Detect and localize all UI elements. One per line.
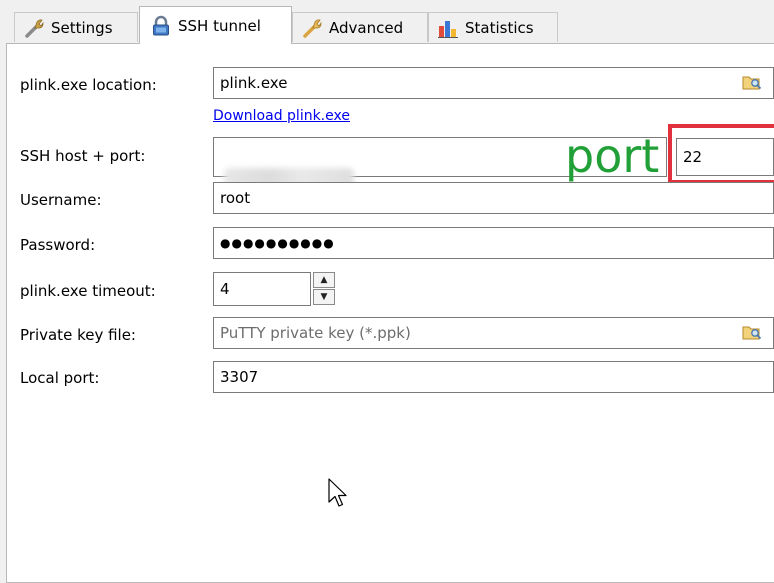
timeout-label: plink.exe timeout: [20,282,156,300]
tab-settings[interactable]: Settings [14,12,138,42]
timeout-spinner: ▲ ▼ [313,272,335,306]
password-input[interactable]: ●●●●●●●●●● [213,227,774,259]
timeout-input[interactable]: 4 [213,272,311,306]
port-highlight-box [668,124,774,184]
local-port-input[interactable]: 3307 [213,361,774,393]
local-port-label: Local port: [20,369,100,387]
folder-browse-icon[interactable] [742,323,762,341]
private-key-label: Private key file: [20,326,136,344]
lock-icon [150,15,172,37]
password-value: ●●●●●●●●●● [220,236,335,250]
username-input[interactable]: root [213,182,774,214]
bar-chart-icon [437,17,459,39]
plink-location-label: plink.exe location: [20,76,157,94]
plink-location-value: plink.exe [220,74,288,92]
triangle-up-icon: ▲ [320,274,328,285]
tab-settings-label: Settings [51,18,113,37]
local-port-value: 3307 [220,368,259,386]
spin-up-button[interactable]: ▲ [313,272,335,288]
spin-down-button[interactable]: ▼ [313,289,335,305]
tab-bar: Settings SSH tunnel Advanced Statistics [0,0,774,44]
download-plink-link[interactable]: Download plink.exe [213,108,350,124]
plink-location-input[interactable]: plink.exe [213,67,774,99]
folder-browse-icon[interactable] [742,73,762,91]
wrench-icon [301,17,323,39]
wrench-icon [23,17,45,39]
tab-advanced[interactable]: Advanced [292,12,428,42]
mouse-cursor-icon [328,478,348,514]
timeout-value: 4 [220,280,230,298]
private-key-placeholder: PuTTY private key (*.ppk) [220,324,411,342]
private-key-input[interactable]: PuTTY private key (*.ppk) [213,317,774,349]
port-annotation: port [565,129,660,183]
tab-statistics[interactable]: Statistics [428,12,558,42]
tab-ssh-tunnel-label: SSH tunnel [178,16,261,35]
tab-ssh-tunnel[interactable]: SSH tunnel [139,6,292,44]
password-label: Password: [20,236,96,254]
ssh-tunnel-panel [6,43,774,583]
username-label: Username: [20,191,102,209]
ssh-host-label: SSH host + port: [20,147,146,165]
username-value: root [220,189,251,207]
tab-advanced-label: Advanced [329,18,404,37]
tab-statistics-label: Statistics [465,18,534,37]
triangle-down-icon: ▼ [320,291,328,302]
